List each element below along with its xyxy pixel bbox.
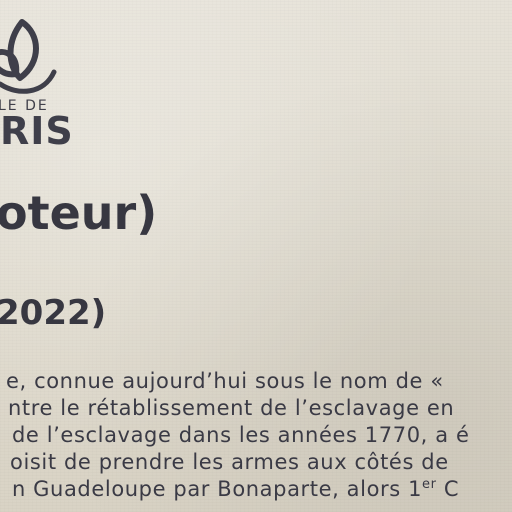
body-line: de l’esclavage dans les années 1770, a é: [12, 423, 470, 447]
body-line-text: n Guadeloupe par Bonaparte, alors 1: [12, 477, 423, 501]
plaque-body-text: e, connue aujourd’hui sous le nom de « n…: [0, 368, 512, 503]
plaque-dates: 2022): [0, 293, 107, 333]
body-line-last: n Guadeloupe par Bonaparte, alors 1er C: [12, 476, 512, 503]
body-line: ntre le rétablissement de l’esclavage en: [8, 396, 455, 420]
plaque-title: oteur): [0, 186, 158, 240]
logo-text-main: RIS: [0, 109, 74, 153]
superscript: er: [422, 477, 437, 492]
flower-logo-icon: [0, 19, 57, 94]
plaque: LE DE RIS oteur) 2022) e, connue aujourd…: [0, 0, 512, 512]
body-line: oisit de prendre les armes aux côtés de: [10, 450, 449, 474]
body-line-tail: C: [436, 477, 460, 501]
body-line: e, connue aujourd’hui sous le nom de «: [6, 369, 444, 393]
